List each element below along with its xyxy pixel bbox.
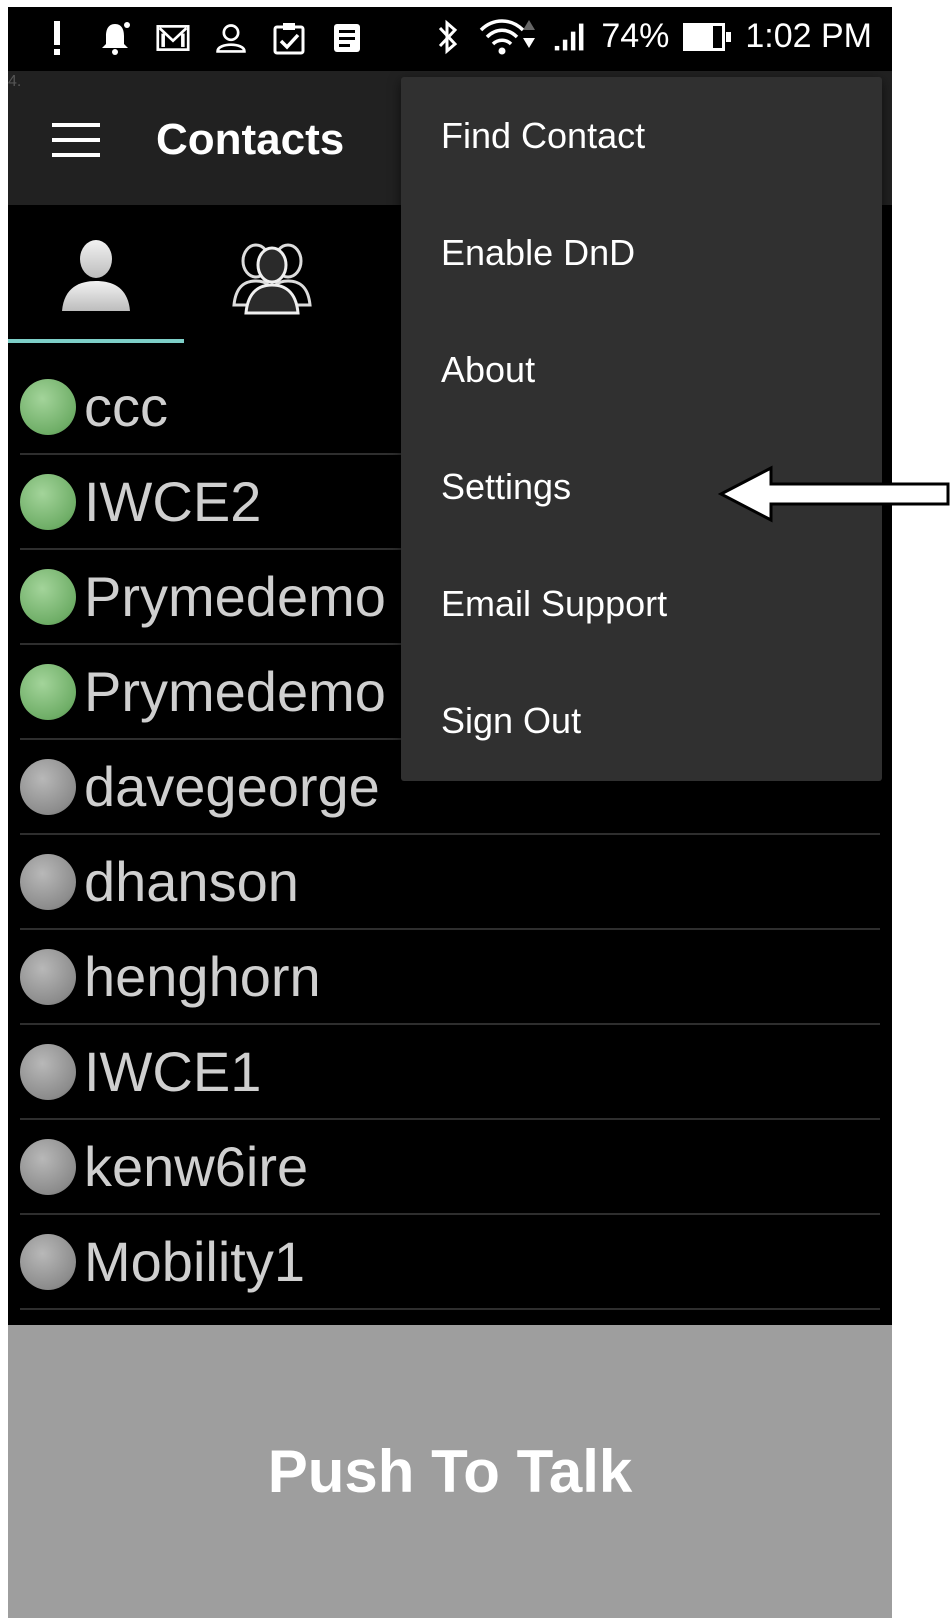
news-icon	[330, 19, 364, 57]
battery-icon	[683, 22, 732, 51]
contact-row[interactable]: Mobility1	[20, 1215, 880, 1310]
page-title: Contacts	[156, 115, 345, 164]
menu-item-email-support[interactable]: Email Support	[401, 545, 882, 662]
presence-status-icon	[20, 378, 76, 435]
contact-name: kenw6ire	[84, 1135, 309, 1198]
contact-row[interactable]: kenw6ire	[20, 1120, 880, 1215]
step-label: 4.	[8, 73, 22, 90]
battery-percent: 74%	[601, 17, 670, 55]
contact-row[interactable]: henghorn	[20, 930, 880, 1025]
notification-bell-icon	[98, 19, 132, 57]
phone-screen: 4. 74% 1:02 PM Contacts ccc IWCE2 Prymed…	[8, 7, 892, 1618]
presence-status-icon	[20, 948, 76, 1005]
status-bar: 74% 1:02 PM	[8, 7, 892, 71]
status-time: 1:02 PM	[745, 17, 872, 55]
contact-name: davegeorge	[84, 755, 380, 818]
presence-status-icon	[20, 1043, 76, 1100]
tab-contacts[interactable]	[8, 205, 184, 345]
user-group-icon	[232, 243, 312, 315]
menu-item-find-contact[interactable]: Find Contact	[401, 77, 882, 194]
tab-groups[interactable]	[184, 205, 360, 345]
hamburger-menu-icon[interactable]	[52, 123, 100, 157]
contact-row[interactable]: dhanson	[20, 835, 880, 930]
presence-status-icon	[20, 473, 76, 530]
contacts-icon	[214, 19, 248, 57]
menu-item-about[interactable]: About	[401, 311, 882, 428]
contact-name: IWCE2	[84, 470, 262, 533]
contact-name: IWCE1	[84, 1040, 262, 1103]
contact-name: henghorn	[84, 945, 321, 1008]
alert-icon	[40, 19, 74, 57]
single-user-icon	[62, 240, 130, 311]
contact-name: dhanson	[84, 850, 299, 913]
menu-item-enable-dnd[interactable]: Enable DnD	[401, 194, 882, 311]
overflow-menu: Find Contact Enable DnD About Settings Email…	[401, 77, 882, 781]
presence-status-icon	[20, 1138, 76, 1195]
presence-status-icon	[20, 663, 76, 720]
presence-status-icon	[20, 1233, 76, 1290]
presence-status-icon	[20, 758, 76, 815]
push-to-talk-label: Push To Talk	[267, 1438, 633, 1505]
wifi-icon	[479, 18, 539, 56]
gmail-icon	[156, 19, 190, 57]
contact-name: Mobility1	[84, 1230, 305, 1293]
battery-fill	[686, 25, 713, 48]
contact-name: ccc	[84, 375, 168, 438]
annotation-arrow-icon	[718, 465, 950, 523]
presence-status-icon	[20, 568, 76, 625]
menu-item-sign-out[interactable]: Sign Out	[401, 662, 882, 779]
presence-status-icon	[20, 853, 76, 910]
selected-tab-indicator	[8, 339, 184, 343]
cell-signal-icon	[553, 18, 587, 56]
push-to-talk-button[interactable]: Push To Talk	[8, 1325, 892, 1618]
clipboard-check-icon	[272, 19, 306, 57]
bluetooth-icon	[431, 18, 465, 56]
contact-name: Prymedemo	[84, 660, 386, 723]
contact-row[interactable]: IWCE1	[20, 1025, 880, 1120]
contact-name: Prymedemo	[84, 565, 386, 628]
